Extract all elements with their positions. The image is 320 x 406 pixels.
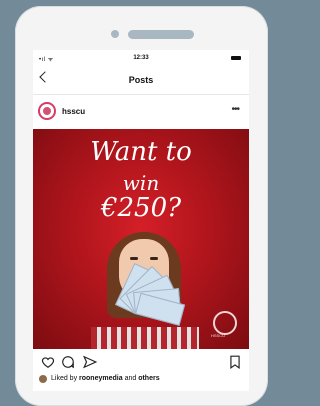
logo-circle bbox=[213, 311, 237, 335]
likes-suffix[interactable]: others bbox=[138, 375, 159, 382]
post-action-bar bbox=[33, 351, 249, 375]
logo-text: HSSCU bbox=[211, 333, 226, 338]
brand-logo: HSSCU bbox=[209, 309, 239, 339]
person-eye-right bbox=[150, 257, 158, 260]
more-horizontal-icon[interactable]: ••• bbox=[231, 104, 239, 115]
status-time: 12:33 bbox=[133, 55, 149, 61]
speaker-grille bbox=[128, 30, 194, 39]
likes-prefix: Liked by bbox=[51, 375, 78, 382]
page-title: Posts bbox=[128, 75, 154, 85]
person-eye-left bbox=[130, 257, 138, 260]
camera-dot bbox=[111, 30, 119, 38]
bookmark-icon[interactable] bbox=[229, 355, 241, 369]
heart-icon[interactable] bbox=[41, 355, 55, 369]
post-header: hsscu ••• bbox=[33, 100, 249, 128]
phone-screen: •ıl ᯤ 12:33 Posts hsscu ••• Want to win … bbox=[33, 50, 249, 391]
liker-avatar[interactable] bbox=[39, 375, 47, 383]
headline-line-1: Want to bbox=[90, 137, 192, 167]
avatar[interactable] bbox=[38, 102, 56, 120]
avatar-logo bbox=[43, 107, 51, 115]
post-image[interactable]: Want to win €250? HSSCU bbox=[33, 129, 249, 349]
status-bar: •ıl ᯤ 12:33 bbox=[33, 50, 249, 66]
post-username[interactable]: hsscu bbox=[62, 107, 85, 116]
likes-user[interactable]: rooneymedia bbox=[79, 375, 123, 382]
top-nav-bar: Posts bbox=[33, 66, 249, 95]
headline-line-3: €250? bbox=[100, 193, 182, 223]
send-icon[interactable] bbox=[83, 355, 97, 369]
likes-text[interactable]: Liked by rooneymedia and others bbox=[51, 375, 160, 382]
phone-frame: •ıl ᯤ 12:33 Posts hsscu ••• Want to win … bbox=[15, 6, 268, 406]
headline-line-2: win bbox=[122, 171, 160, 195]
plaid-shirt bbox=[91, 327, 199, 349]
battery-icon bbox=[231, 56, 241, 60]
comment-icon[interactable] bbox=[61, 355, 75, 369]
likes-middle: and bbox=[124, 375, 137, 382]
